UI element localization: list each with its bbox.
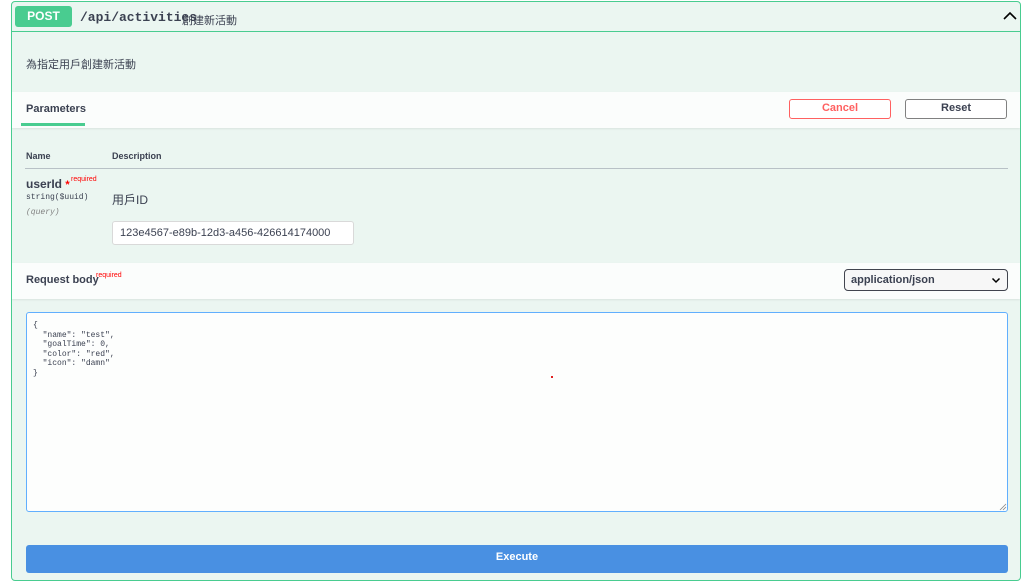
column-header-name: Name [26, 151, 51, 161]
request-body-editor[interactable]: { "name": "test", "goalTime": 0, "color"… [26, 312, 1008, 512]
chevron-down-icon [991, 277, 1001, 284]
content-type-select[interactable]: application/json [844, 269, 1008, 291]
tab-parameters[interactable]: Parameters [26, 103, 86, 115]
required-star: * [65, 179, 70, 191]
param-location: (query) [26, 208, 60, 217]
cursor-marker [551, 376, 553, 378]
endpoint-summary: 創建新活動 [182, 15, 237, 27]
endpoint-path: /api/activities [80, 10, 198, 25]
parameters-header: Parameters Cancel Reset [12, 92, 1020, 128]
execute-button[interactable]: Execute [26, 545, 1008, 573]
param-name: userId * [26, 177, 70, 191]
cancel-button[interactable]: Cancel [789, 99, 891, 119]
param-type: string($uuid) [26, 193, 89, 202]
opblock-post: POST /api/activities 創建新活動 為指定用戶創建新活動 Pa… [11, 1, 1021, 581]
tab-active-indicator [21, 123, 85, 126]
endpoint-description: 為指定用戶創建新活動 [26, 59, 136, 71]
param-required-label: required [71, 176, 97, 183]
content-type-value: application/json [851, 274, 935, 286]
reset-button[interactable]: Reset [905, 99, 1007, 119]
request-body-title: Request body [26, 274, 99, 286]
param-description: 用戶ID [112, 193, 149, 207]
table-divider [25, 168, 1008, 169]
resize-handle-icon[interactable] [999, 503, 1007, 511]
userid-input[interactable] [112, 221, 354, 245]
opblock-summary[interactable]: POST /api/activities 創建新活動 [12, 2, 1020, 32]
column-header-description: Description [112, 151, 162, 161]
method-badge: POST [15, 6, 72, 27]
request-body-required-label: required [96, 272, 122, 279]
chevron-up-icon[interactable] [1002, 8, 1018, 24]
request-body-header: Request body required application/json [12, 263, 1020, 299]
